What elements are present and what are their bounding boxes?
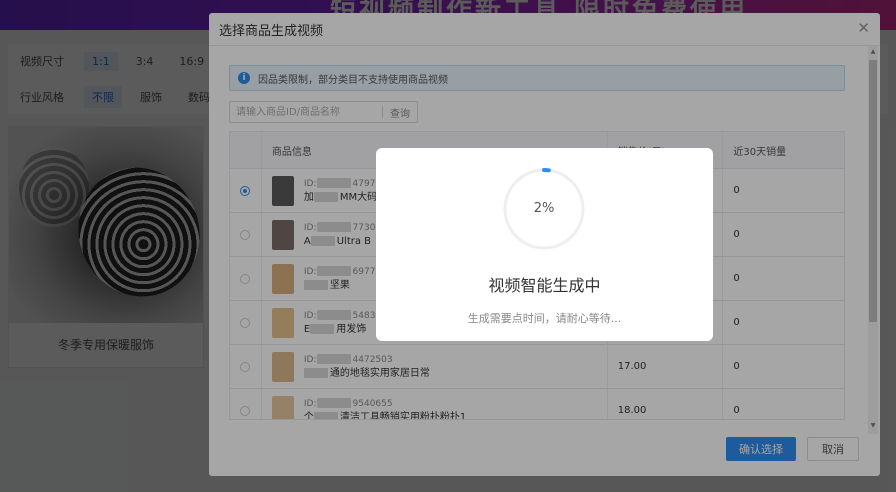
progress-title: 视频智能生成中 [488,276,601,295]
progress-modal: 2% 视频智能生成中 生成需要点时间，请耐心等待... [376,148,713,341]
progress-percent: 2% [533,201,555,216]
progress-ring: 2% [503,168,585,250]
progress-subtitle: 生成需要点时间，请耐心等待... [467,312,622,325]
